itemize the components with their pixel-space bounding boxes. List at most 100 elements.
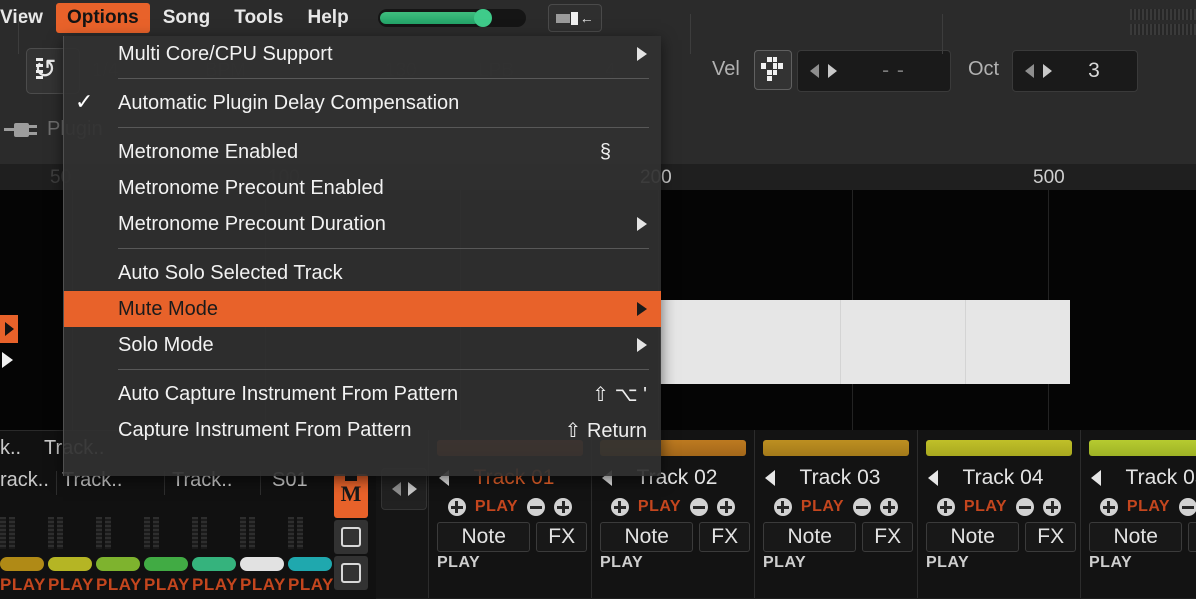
note-column-button[interactable]: Note	[437, 522, 531, 552]
track-collapse-icon[interactable]	[928, 470, 938, 486]
add-column-icon[interactable]	[610, 498, 629, 516]
track-controls: PLAY	[592, 496, 754, 518]
menu-item-label: Multi Core/CPU Support	[118, 42, 333, 65]
track-header-03[interactable]: Track 03 PLAY Note FX PLAY	[754, 430, 917, 598]
add-effect-column-icon[interactable]	[717, 498, 736, 516]
add-effect-column-icon[interactable]	[880, 498, 899, 516]
mute-button[interactable]: M	[334, 474, 368, 518]
chevron-right-icon	[637, 338, 647, 352]
add-column-icon[interactable]	[773, 498, 792, 516]
track-name[interactable]: Track 05	[1101, 466, 1196, 490]
mini-label-0[interactable]: rack..	[0, 469, 49, 492]
track-play-label[interactable]: PLAY	[638, 498, 681, 516]
menu-item-mute-mode[interactable]: Mute Mode	[64, 291, 661, 327]
mini-play-label[interactable]: PLAY	[144, 575, 192, 595]
note-column-button[interactable]: Note	[926, 522, 1020, 552]
note-column-button[interactable]: Note	[1089, 522, 1183, 552]
velocity-grid-icon	[761, 57, 783, 81]
volume-knob[interactable]	[473, 9, 492, 27]
track-play-label[interactable]: PLAY	[964, 498, 1007, 516]
texture-strip-top	[1130, 9, 1196, 20]
menu-item-multi-core-cpu-support[interactable]: Multi Core/CPU Support	[64, 36, 661, 72]
track-header-05[interactable]: Track 05 PLAY Note FX PLAY	[1080, 430, 1196, 598]
square-button-2[interactable]	[334, 556, 368, 590]
mini-play-label[interactable]: PLAY	[48, 575, 96, 595]
add-effect-column-icon[interactable]	[554, 498, 573, 516]
square-button-1[interactable]	[334, 520, 368, 554]
remove-column-icon[interactable]	[1016, 498, 1035, 516]
automation-block[interactable]	[660, 300, 1070, 384]
nav-next-icon[interactable]	[407, 482, 417, 496]
track-play-label[interactable]: PLAY	[1127, 498, 1170, 516]
menu-item-metronome-precount-duration[interactable]: Metronome Precount Duration	[64, 206, 661, 242]
collapse-panel-button[interactable]: ←	[547, 4, 602, 32]
toolbar-divider-1	[18, 14, 19, 54]
options-dropdown-menu[interactable]: Multi Core/CPU Support ✓ Automatic Plugi…	[63, 36, 661, 476]
track-name-row[interactable]: Track 03	[755, 464, 917, 492]
menu-separator	[118, 369, 649, 370]
menu-item-auto-solo-selected-track[interactable]: Auto Solo Selected Track	[64, 255, 661, 291]
track-controls: PLAY	[918, 496, 1080, 518]
fx-column-button[interactable]: FX	[862, 522, 913, 552]
track-name[interactable]: Track 04	[938, 466, 1080, 490]
mini-play-label[interactable]: PLAY	[240, 575, 288, 595]
track-field-row: Note FX	[763, 522, 913, 552]
track-field-row: Note FX	[1089, 522, 1196, 552]
mini-track-color	[288, 557, 332, 571]
mini-tab-0[interactable]: k..	[0, 437, 21, 460]
track-name-row[interactable]: Track 04	[918, 464, 1080, 492]
menu-view[interactable]: View	[0, 3, 54, 33]
velocity-decrement-icon[interactable]	[810, 64, 819, 78]
track-play-label[interactable]: PLAY	[801, 498, 844, 516]
track-name-row[interactable]: Track 05	[1081, 464, 1196, 492]
octave-decrement-icon[interactable]	[1025, 64, 1034, 78]
remove-column-icon[interactable]	[853, 498, 872, 516]
level-meter-icon	[240, 517, 256, 549]
nav-prev-icon[interactable]	[391, 482, 401, 496]
velocity-value: - -	[882, 59, 905, 82]
add-column-icon[interactable]	[447, 498, 466, 516]
menu-item-capture-instrument-from-pattern[interactable]: Capture Instrument From Pattern ⇧ Return	[64, 412, 661, 448]
fx-column-button[interactable]: FX	[536, 522, 587, 552]
add-column-icon[interactable]	[1099, 498, 1118, 516]
note-column-button[interactable]: Note	[763, 522, 857, 552]
add-effect-column-icon[interactable]	[1043, 498, 1062, 516]
menu-item-solo-mode[interactable]: Solo Mode	[64, 327, 661, 363]
menu-item-metronome-enabled[interactable]: Metronome Enabled §	[64, 134, 661, 170]
velocity-value-field[interactable]: - -	[797, 50, 951, 92]
add-column-icon[interactable]	[936, 498, 955, 516]
panel-right-icon	[570, 11, 578, 25]
mini-track-color	[240, 557, 284, 571]
master-volume-slider[interactable]	[377, 9, 526, 27]
mini-play-label[interactable]: PLAY	[0, 575, 48, 595]
menu-item-metronome-precount-enabled[interactable]: Metronome Precount Enabled	[64, 170, 661, 206]
menu-item-auto-capture-instrument-from-pattern[interactable]: Auto Capture Instrument From Pattern ⇧ ⌥…	[64, 376, 661, 412]
remove-column-icon[interactable]	[527, 498, 546, 516]
fx-column-button[interactable]: FX	[1025, 522, 1076, 552]
mini-play-label[interactable]: PLAY	[288, 575, 336, 595]
menu-item-automatic-plugin-delay-compensation[interactable]: ✓ Automatic Plugin Delay Compensation	[64, 85, 661, 121]
remove-column-icon[interactable]	[690, 498, 709, 516]
menu-help[interactable]: Help	[297, 3, 360, 33]
octave-value-field[interactable]: 3	[1012, 50, 1138, 92]
mini-play-label[interactable]: PLAY	[96, 575, 144, 595]
track-collapse-icon[interactable]	[765, 470, 775, 486]
mini-play-label[interactable]: PLAY	[192, 575, 240, 595]
fx-column-button[interactable]: FX	[699, 522, 750, 552]
track-name[interactable]: Track 03	[775, 466, 917, 490]
track-color-bar[interactable]	[926, 440, 1072, 456]
track-color-bar[interactable]	[763, 440, 909, 456]
menu-song[interactable]: Song	[152, 3, 222, 33]
track-color-bar[interactable]	[1089, 440, 1196, 456]
menu-options[interactable]: Options	[55, 3, 150, 33]
velocity-increment-icon[interactable]	[828, 64, 837, 78]
fx-column-button[interactable]: FX	[1188, 522, 1196, 552]
track-state-label: PLAY	[600, 554, 644, 571]
track-header-04[interactable]: Track 04 PLAY Note FX PLAY	[917, 430, 1080, 598]
note-column-button[interactable]: Note	[600, 522, 694, 552]
octave-increment-icon[interactable]	[1043, 64, 1052, 78]
track-collapse-icon[interactable]	[1091, 470, 1101, 486]
track-play-label[interactable]: PLAY	[475, 498, 518, 516]
remove-column-icon[interactable]	[1179, 498, 1196, 516]
menu-tools[interactable]: Tools	[223, 3, 294, 33]
